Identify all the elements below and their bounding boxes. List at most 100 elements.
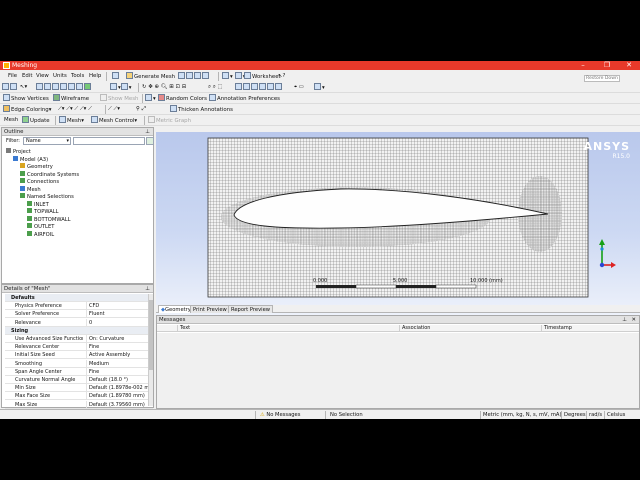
tree-node[interactable]: BOTTOMWALL <box>27 215 71 223</box>
edge-tools-icons[interactable]: ⟋▾ ⟋▾ ⟋ ⟋▾ ⟋ <box>58 105 92 114</box>
tree-node-label: Mesh <box>27 186 41 193</box>
filter-search-input[interactable] <box>73 137 145 145</box>
details-row[interactable]: Initial Size Seed Active Assembly <box>5 351 153 360</box>
toolbar-view-options[interactable]: ⌖ ▭ <box>294 83 304 92</box>
toolbar-extend[interactable]: ▾ ▾ <box>110 83 131 92</box>
details-row[interactable]: Min Size Default (1.8978e-002 mm) <box>5 384 153 393</box>
pin-icon[interactable]: ⊥ <box>622 316 627 324</box>
rotate-icon[interactable]: ↻ ✥ ⊕ 🔍︎ ⊞ ⊡ ⊟ <box>142 83 186 92</box>
tree-node-label: Project <box>13 149 31 155</box>
details-row[interactable]: Smoothing Medium <box>5 359 153 368</box>
metric-graph-button[interactable]: Metric Graph <box>148 116 191 125</box>
show-vertices-button[interactable]: Show Vertices <box>3 94 49 103</box>
details-row[interactable]: Relevance 0 <box>5 318 153 327</box>
annotation-preferences-button[interactable]: Annotation Preferences <box>209 94 280 103</box>
pin-icon[interactable]: ⊥ <box>145 128 150 136</box>
toolbar-edge-more[interactable]: ⚲ ⤢ <box>136 105 146 114</box>
axis-triad-icon[interactable] <box>596 237 616 271</box>
close-icon[interactable]: ✕ <box>622 61 636 70</box>
tree-node[interactable]: AIRFOIL <box>27 230 55 238</box>
toolbar-viewport-layout[interactable]: ▾ <box>314 83 325 92</box>
toolbar-new-icon[interactable] <box>2 83 18 92</box>
tab-print-preview[interactable]: Print Preview <box>190 305 230 313</box>
tree-node[interactable]: Model (A3) <box>13 155 48 163</box>
zoom-to-fit-icon[interactable]: ⌕ ⌕ ⬚ <box>208 83 223 92</box>
tree-node[interactable]: Geometry <box>20 163 53 170</box>
tree-node[interactable]: Coordinate Systems <box>20 170 80 178</box>
menu-file[interactable]: File <box>8 72 17 81</box>
worksheet-button[interactable]: Worksheet <box>244 72 281 81</box>
restore-down-icon[interactable]: ❐ <box>600 61 614 70</box>
tree-node[interactable]: Mesh <box>20 185 41 193</box>
status-units[interactable]: Metric (mm, kg, N, s, mV, mA) <box>483 411 562 419</box>
status-messages[interactable]: ⚠ No Messages <box>260 411 300 419</box>
minimize-icon[interactable]: – <box>576 61 590 70</box>
generate-mesh-button[interactable]: Generate Mesh <box>126 72 175 81</box>
menu-help[interactable]: Help <box>89 72 101 81</box>
toolbar-edge-extra[interactable]: ⟋ ⟋▾ <box>108 105 120 114</box>
wireframe-button[interactable]: Wireframe <box>53 94 89 103</box>
toolbar-icon-2[interactable]: ▾▾ <box>222 72 245 81</box>
tree-node-label: AIRFOIL <box>34 231 55 238</box>
details-panel: Details of "Mesh" ⊥ Defaults Physics Prefe… <box>1 284 154 409</box>
status-messages-label: No Messages <box>266 412 301 418</box>
update-label: Update <box>30 118 50 124</box>
details-row[interactable]: Use Advanced Size Function On: Curvature <box>5 335 153 343</box>
generate-mesh-label: Generate Mesh <box>134 74 176 80</box>
tree-node[interactable]: OUTLET <box>27 223 54 230</box>
status-angular-velocity-unit[interactable]: rad/s <box>589 411 602 419</box>
tree-node[interactable]: Connections <box>20 178 59 185</box>
thicken-annotations-button[interactable]: Thicken Annotations <box>170 105 233 114</box>
toolbar-mesh-tools[interactable]: ▾ <box>145 94 156 103</box>
close-icon[interactable]: ✕ <box>631 316 636 324</box>
update-icon <box>22 116 29 123</box>
toolbar-select-mode[interactable]: ↖▾ <box>20 83 27 92</box>
scale-label-mid: 5.000 <box>393 278 408 284</box>
toolbar-icon-1[interactable] <box>178 72 210 81</box>
tree-node[interactable]: INLET <box>27 200 49 208</box>
show-mesh-button[interactable]: Show Mesh <box>100 94 138 103</box>
details-scrollbar[interactable] <box>148 294 153 406</box>
view-cube-icon[interactable] <box>235 83 283 92</box>
meshing-window: Meshing – ❐ ✕ Restore Down File Edit Vie… <box>0 61 640 419</box>
update-button[interactable]: Update <box>22 116 50 125</box>
menu-tools[interactable]: Tools <box>71 72 84 81</box>
mesh-control-button[interactable]: Mesh Control▾ <box>91 116 137 125</box>
tree-node[interactable]: TOPWALL <box>27 208 59 215</box>
annotation-preferences-icon <box>209 94 216 101</box>
help-pointer-icon[interactable]: ↖? <box>278 72 285 81</box>
select-icon[interactable] <box>112 72 120 81</box>
details-row[interactable]: Physics Preference CFD <box>5 302 153 311</box>
details-row[interactable]: Curvature Normal Angle Default (18.0 °) <box>5 376 153 384</box>
col-timestamp[interactable]: Timestamp <box>541 325 639 332</box>
tab-geometry[interactable]: ◆Geometry <box>158 305 194 313</box>
edge-coloring-button[interactable]: Edge Coloring▾ <box>3 105 51 114</box>
menu-view[interactable]: View <box>36 72 49 81</box>
mesh-menu-button[interactable]: Mesh▾ <box>59 116 84 125</box>
ansys-logo-text: ANSYS <box>583 140 630 153</box>
details-row[interactable]: Span Angle Center Fine <box>5 367 153 376</box>
tree-node[interactable]: Named Selections <box>20 193 74 200</box>
random-colors-button[interactable]: Random Colors <box>158 94 207 103</box>
details-row[interactable]: Solver Preference Fluent <box>5 310 153 319</box>
tree-node[interactable]: Project <box>6 148 31 155</box>
menu-edit[interactable]: Edit <box>22 72 32 81</box>
filter-apply-icon[interactable] <box>146 137 154 145</box>
col-association[interactable]: Association <box>399 325 541 332</box>
thicken-annotations-label: Thicken Annotations <box>178 107 233 113</box>
col-text[interactable]: Text <box>177 325 399 332</box>
toolbar-select-filters[interactable] <box>36 83 92 92</box>
menu-units[interactable]: Units <box>53 72 67 81</box>
tree-node-label: Coordinate Systems <box>27 171 80 178</box>
details-row[interactable]: Relevance Center Fine <box>5 343 153 352</box>
edge-coloring-label: Edge Coloring <box>11 107 49 113</box>
tab-report-preview[interactable]: Report Preview <box>228 305 274 313</box>
ansys-logo: ANSYS R15.0 <box>583 140 630 161</box>
details-row[interactable]: Max Face Size Default (1.89780 mm) <box>5 392 153 401</box>
filter-type-select[interactable]: Name ▾ <box>23 137 71 145</box>
status-angle-unit[interactable]: Degrees <box>564 411 586 419</box>
tree-node-icon <box>13 155 18 161</box>
status-temperature-unit[interactable]: Celsius <box>607 411 625 419</box>
pin-icon[interactable]: ⊥ <box>145 285 150 293</box>
details-row[interactable]: Max Size Default (3.79560 mm) <box>5 400 153 409</box>
